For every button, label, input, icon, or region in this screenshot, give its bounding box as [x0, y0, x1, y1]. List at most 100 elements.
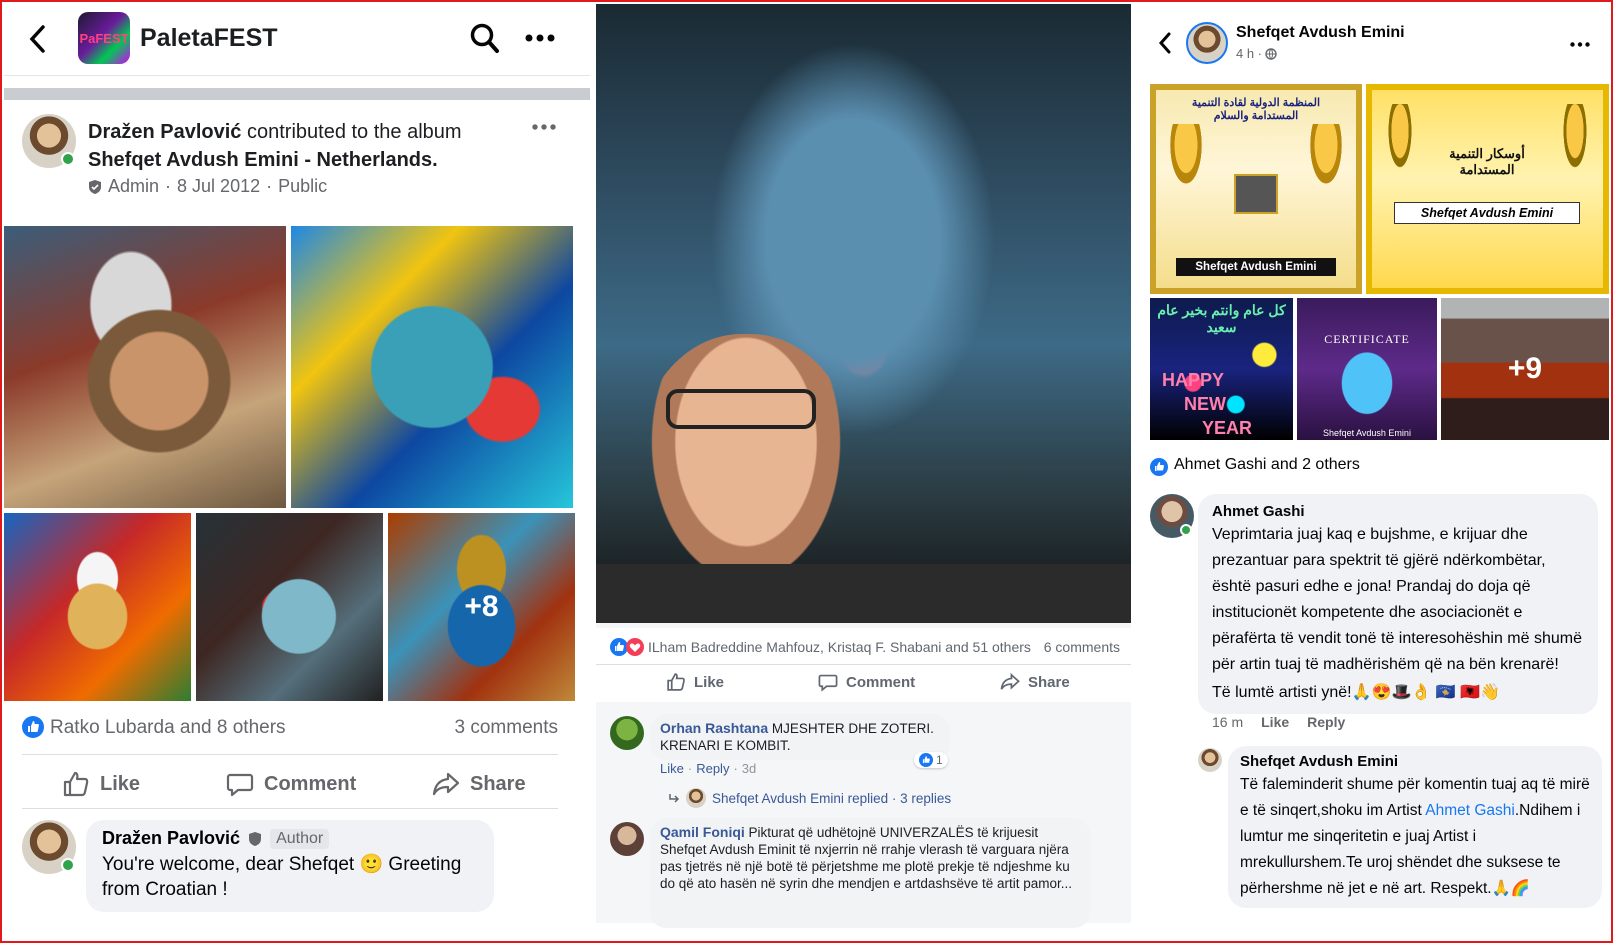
- globe-icon: [1265, 47, 1277, 60]
- comment-button[interactable]: Comment: [818, 672, 915, 692]
- left-panel: PaFEST PaletaFEST Dražen Pavlović contri…: [4, 4, 590, 939]
- like-button[interactable]: Like: [666, 672, 724, 692]
- comment-actions: Like · Reply · 3d: [660, 761, 757, 776]
- share-icon: [432, 770, 460, 798]
- comment-author[interactable]: Ahmet Gashi: [1212, 502, 1584, 522]
- post-role: Admin: [108, 176, 160, 196]
- comment-like-link[interactable]: Like: [660, 761, 684, 776]
- share-button[interactable]: Share: [1000, 672, 1070, 692]
- photo-tile[interactable]: [196, 513, 383, 701]
- photo-tile[interactable]: +9: [1441, 298, 1609, 440]
- painting-photo[interactable]: [596, 4, 1131, 623]
- page-logo[interactable]: PaFEST: [78, 12, 130, 64]
- share-label: Share: [470, 772, 526, 795]
- more-options-icon[interactable]: [1570, 42, 1590, 47]
- comment-reply-link[interactable]: Reply: [1307, 714, 1345, 730]
- like-reaction-icon: [1150, 458, 1168, 476]
- shirt-shape: [596, 564, 1131, 623]
- photo-tile[interactable]: [4, 226, 286, 508]
- like-label: Like: [100, 772, 141, 795]
- more-photos-count[interactable]: +9: [1441, 298, 1609, 440]
- reaction-summary[interactable]: Ratko Lubarda and 8 others: [50, 717, 286, 739]
- avatar[interactable]: [610, 822, 644, 856]
- post-time[interactable]: 4 h ·: [1236, 46, 1262, 61]
- comment-author[interactable]: Qamil Foniqi: [660, 824, 745, 840]
- reply-author[interactable]: Shefqet Avdush Emini: [1240, 752, 1590, 772]
- more-photos-count[interactable]: +8: [388, 513, 575, 701]
- mention-link[interactable]: Ahmet Gashi: [1425, 802, 1515, 819]
- like-button[interactable]: Like: [62, 770, 140, 798]
- comment-button[interactable]: Comment: [226, 770, 356, 798]
- album-name[interactable]: Shefqet Avdush Emini - Netherlands.: [88, 149, 438, 171]
- share-icon: [1000, 672, 1020, 692]
- thumbs-up-icon: [666, 672, 686, 692]
- reply-arrow-icon: [668, 792, 680, 804]
- reaction-summary[interactable]: ILham Badreddine Mahfouz, Kristaq F. Sha…: [648, 639, 1031, 655]
- like-reaction-icon: [919, 753, 933, 767]
- section-divider: [4, 88, 590, 100]
- certificate-thumbnail[interactable]: CERTIFICATE Shefqet Avdush Emini: [1297, 298, 1437, 440]
- comment-closing: Të lumtë artisti ynë!🙏😍🎩👌 🇽🇰 🇦🇱👋: [1212, 684, 1500, 701]
- online-status-dot: [61, 152, 75, 166]
- comment-actions: 16 m Like Reply: [1212, 714, 1345, 730]
- reaction-summary[interactable]: Ahmet Gashi and 2 others: [1174, 456, 1360, 474]
- oscar-statue-icon: [1555, 104, 1595, 194]
- photo-tile[interactable]: [4, 513, 191, 701]
- photo-tile[interactable]: +8: [388, 513, 575, 701]
- post-more-icon[interactable]: [532, 124, 556, 130]
- avatar[interactable]: [1198, 748, 1222, 772]
- shield-icon: [88, 179, 102, 195]
- photo-tile[interactable]: [291, 226, 573, 508]
- reaction-icons: [610, 638, 644, 656]
- comment-author[interactable]: Dražen Pavlović: [102, 828, 240, 849]
- comment-label: Comment: [264, 772, 357, 795]
- share-button[interactable]: Share: [432, 770, 526, 798]
- new-year-image[interactable]: كل عام وانتم بخير عام سعيد HAPPY NEW YEA…: [1150, 298, 1293, 440]
- oscar-statue-icon: [1380, 104, 1420, 194]
- comment-time: 3d: [741, 761, 757, 776]
- portrait-thumbnail: [1234, 174, 1278, 214]
- comment-bubble: Orhan Rashtana MJESHTER DHE ZOTERI. KREN…: [650, 714, 950, 760]
- comment-bubble: Qamil Foniqi Pikturat që udhëtojnë UNIVE…: [650, 818, 1090, 928]
- page-header: PaFEST PaletaFEST: [4, 4, 590, 76]
- post-header-text: Dražen Pavlović contributed to the album…: [88, 118, 518, 174]
- more-options-icon[interactable]: [525, 34, 555, 42]
- comment-author[interactable]: Orhan Rashtana: [660, 720, 768, 736]
- divider: [22, 754, 558, 755]
- thumbs-up-icon: [62, 770, 90, 798]
- post-meta: Admin · 8 Jul 2012 · Public: [88, 176, 327, 197]
- comment-text: You're welcome, dear Shefqet 🙂 Greeting …: [102, 854, 462, 900]
- like-reaction-icon: [22, 716, 44, 738]
- comment-count[interactable]: 6 comments: [1044, 639, 1120, 655]
- right-panel: Shefqet Avdush Emini 4 h · المنظمة الدول…: [1150, 4, 1609, 939]
- comment-icon: [818, 672, 838, 692]
- avatar: [686, 788, 706, 808]
- replies-link[interactable]: Shefqet Avdush Emini replied · 3 replies: [668, 788, 951, 808]
- middle-panel: ILham Badreddine Mahfouz, Kristaq F. Sha…: [596, 4, 1144, 939]
- post-author[interactable]: Dražen Pavlović: [88, 121, 241, 143]
- author-badge: Author: [270, 828, 330, 849]
- trophy-icon: [1166, 124, 1206, 194]
- back-arrow-icon[interactable]: [1158, 32, 1172, 54]
- comment-reaction-count[interactable]: 1: [914, 752, 948, 768]
- certificate-image[interactable]: المنظمة الدولية لقادة التنمية المستدامة …: [1150, 84, 1362, 294]
- comment-time: 16 m: [1212, 714, 1244, 730]
- comment-bubble: Ahmet Gashi Veprimtaria juaj kaq e bujsh…: [1198, 494, 1598, 714]
- shield-icon: [248, 831, 262, 847]
- avatar[interactable]: [610, 716, 644, 750]
- certificate-image[interactable]: أوسكار التنمية المستدامة Shefqet Avdush …: [1366, 84, 1609, 294]
- post-audience[interactable]: Public: [278, 176, 327, 197]
- page-title: PaletaFEST: [140, 24, 278, 52]
- avatar[interactable]: [1186, 22, 1228, 64]
- reply-bubble: Shefqet Avdush Emini Të faleminderit shu…: [1228, 746, 1602, 908]
- comment-count[interactable]: 3 comments: [455, 717, 558, 739]
- comment-reply-link[interactable]: Reply: [696, 761, 729, 776]
- post-date[interactable]: 8 Jul 2012: [177, 176, 260, 197]
- post-action: contributed to the album: [246, 121, 462, 143]
- comment-icon: [226, 770, 254, 798]
- post-meta: 4 h ·: [1236, 46, 1277, 61]
- back-arrow-icon[interactable]: [28, 24, 48, 54]
- comment-like-link[interactable]: Like: [1261, 714, 1289, 730]
- post-author[interactable]: Shefqet Avdush Emini: [1236, 24, 1405, 42]
- search-icon[interactable]: [470, 23, 500, 55]
